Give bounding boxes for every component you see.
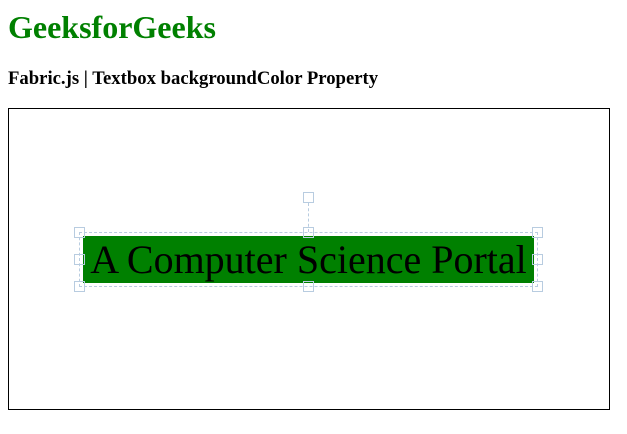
resize-handle-middle-right[interactable]: [532, 254, 543, 265]
resize-handle-bottom-left[interactable]: [74, 281, 85, 292]
page-subtitle: Fabric.js | Textbox backgroundColor Prop…: [8, 68, 379, 89]
textbox[interactable]: A Computer Science Portal: [83, 236, 534, 283]
page-title: GeeksforGeeks: [8, 9, 216, 45]
resize-handle-middle-left[interactable]: [74, 254, 85, 265]
rotation-handle[interactable]: [303, 192, 314, 203]
resize-handle-top-right[interactable]: [532, 227, 543, 238]
resize-handle-bottom-right[interactable]: [532, 281, 543, 292]
fabric-canvas[interactable]: A Computer Science Portal: [8, 108, 610, 410]
resize-handle-top-center[interactable]: [303, 227, 314, 238]
resize-handle-bottom-center[interactable]: [303, 281, 314, 292]
resize-handle-top-left[interactable]: [74, 227, 85, 238]
